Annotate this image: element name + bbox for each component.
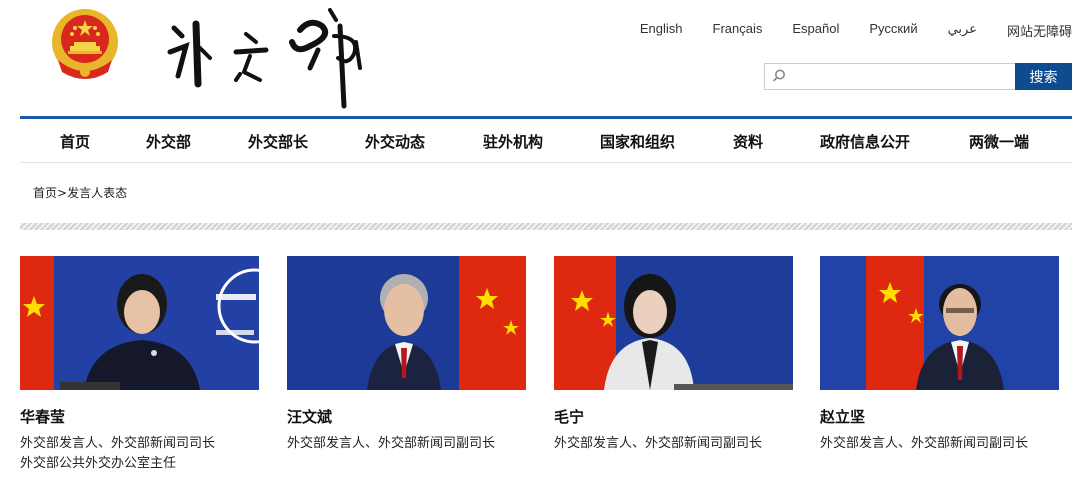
spokesperson-name[interactable]: 赵立坚 bbox=[820, 406, 1060, 427]
spokesperson-name[interactable]: 华春莹 bbox=[20, 406, 260, 427]
nav-item-activities[interactable]: 外交动态 bbox=[365, 131, 425, 152]
spokesperson-card[interactable]: 毛宁 外交部发言人、外交部新闻司副司长 bbox=[554, 256, 794, 454]
nav-item-countries-orgs[interactable]: 国家和组织 bbox=[600, 131, 675, 152]
nav-item-ministry[interactable]: 外交部 bbox=[146, 131, 191, 152]
nav-item-gov-info[interactable]: 政府信息公开 bbox=[820, 131, 910, 152]
spokesperson-card[interactable]: 赵立坚 外交部发言人、外交部新闻司副司长 bbox=[820, 256, 1060, 454]
nav-item-missions-abroad[interactable]: 驻外机构 bbox=[483, 131, 543, 152]
breadcrumb-home[interactable]: 首页 bbox=[33, 186, 57, 200]
lang-link-russian[interactable]: Русский bbox=[869, 21, 917, 40]
title-line: 外交部公共外交办公室主任 bbox=[20, 456, 177, 471]
nav-item-minister[interactable]: 外交部长 bbox=[248, 131, 308, 152]
title-line: 外交部发言人、外交部新闻司副司长 bbox=[554, 436, 763, 451]
national-emblem-logo bbox=[52, 9, 118, 79]
spokesperson-title: 外交部发言人、外交部新闻司司长 外交部公共外交办公室主任 bbox=[20, 434, 260, 474]
accessibility-link[interactable]: 网站无障碍 bbox=[1007, 21, 1072, 40]
breadcrumb: 首页>发言人表态 bbox=[33, 184, 127, 201]
spokesperson-title: 外交部发言人、外交部新闻司副司长 bbox=[287, 434, 527, 454]
nav-item-resources[interactable]: 资料 bbox=[733, 131, 763, 152]
spokesperson-name[interactable]: 毛宁 bbox=[554, 406, 794, 427]
spokesperson-card[interactable]: 华春莹 外交部发言人、外交部新闻司司长 外交部公共外交办公室主任 bbox=[20, 256, 260, 474]
title-line: 外交部发言人、外交部新闻司副司长 bbox=[820, 436, 1029, 451]
spokesperson-photo[interactable] bbox=[20, 256, 259, 390]
nav-divider bbox=[20, 162, 1072, 163]
breadcrumb-separator: > bbox=[57, 186, 68, 200]
lang-link-french[interactable]: Français bbox=[713, 21, 763, 40]
search-bar: 搜索 bbox=[764, 63, 1072, 90]
search-box bbox=[764, 63, 1015, 90]
title-line: 外交部发言人、外交部新闻司司长 bbox=[20, 436, 216, 451]
nav-item-social-media[interactable]: 两微一端 bbox=[969, 131, 1029, 152]
title-line: 外交部发言人、外交部新闻司副司长 bbox=[287, 436, 496, 451]
spokesperson-photo[interactable] bbox=[554, 256, 793, 390]
spokesperson-photo[interactable] bbox=[820, 256, 1059, 390]
search-icon bbox=[772, 69, 785, 82]
lang-link-english[interactable]: English bbox=[640, 21, 683, 40]
main-nav: 首页 外交部 外交部长 外交动态 驻外机构 国家和组织 资料 政府信息公开 两微… bbox=[20, 119, 1072, 161]
search-button[interactable]: 搜索 bbox=[1015, 63, 1072, 90]
spokesperson-name[interactable]: 汪文斌 bbox=[287, 406, 527, 427]
spokesperson-card[interactable]: 汪文斌 外交部发言人、外交部新闻司副司长 bbox=[287, 256, 527, 454]
language-switcher: English Français Español Русский عربي 网站… bbox=[610, 21, 1072, 40]
section-divider-stripe bbox=[20, 223, 1072, 230]
lang-link-arabic[interactable]: عربي bbox=[948, 21, 977, 40]
ministry-calligraphy-logo bbox=[167, 8, 362, 109]
spokesperson-title: 外交部发言人、外交部新闻司副司长 bbox=[820, 434, 1060, 454]
search-input[interactable] bbox=[791, 64, 1015, 89]
breadcrumb-current: 发言人表态 bbox=[67, 186, 128, 200]
lang-link-spanish[interactable]: Español bbox=[792, 21, 839, 40]
spokesperson-photo[interactable] bbox=[287, 256, 526, 390]
nav-item-home[interactable]: 首页 bbox=[60, 131, 90, 152]
spokesperson-title: 外交部发言人、外交部新闻司副司长 bbox=[554, 434, 794, 454]
